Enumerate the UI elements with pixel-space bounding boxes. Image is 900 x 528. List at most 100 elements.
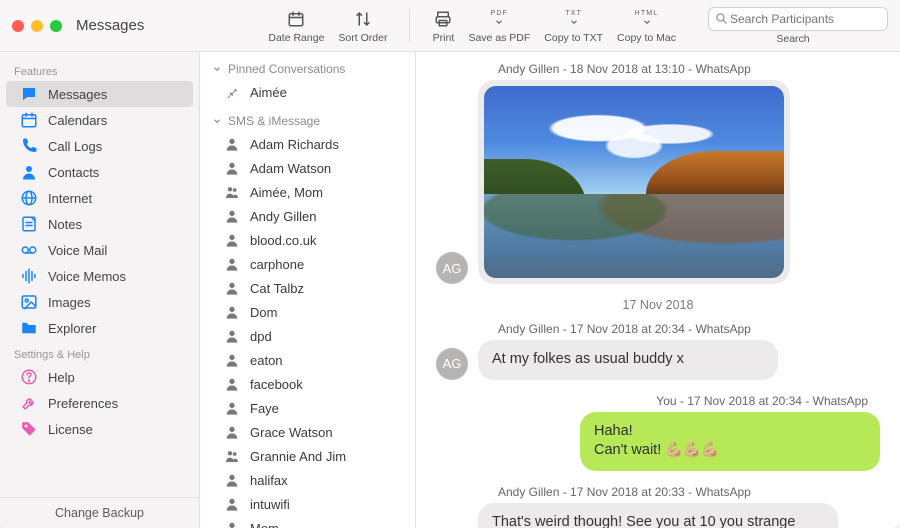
conversation-item[interactable]: Faye [200, 396, 415, 420]
sidebar-item-explorer[interactable]: Explorer [6, 315, 193, 341]
message-meta: Andy Gillen - 17 Nov 2018 at 20:33 - Wha… [498, 485, 880, 499]
conversation-item[interactable]: eaton [200, 348, 415, 372]
message-bubble[interactable]: At my folkes as usual buddy x [478, 340, 778, 380]
search-label: Search [776, 33, 809, 45]
conversation-group-header[interactable]: SMS & iMessage [200, 104, 415, 132]
sidebar-item-internet[interactable]: Internet [6, 185, 193, 211]
conversation-item[interactable]: facebook [200, 372, 415, 396]
tool-label: Sort Order [338, 32, 387, 44]
conversation-label: Cat Talbz [250, 281, 304, 296]
conversation-item[interactable]: Aimée [200, 80, 415, 104]
conversation-item[interactable]: Cat Talbz [200, 276, 415, 300]
conversation-label: Andy Gillen [250, 209, 316, 224]
person-icon [224, 160, 240, 176]
conversation-item[interactable]: Grace Watson [200, 420, 415, 444]
date-range-button[interactable]: Date Range [268, 8, 324, 44]
person-icon [224, 280, 240, 296]
app-window: Messages Date Range Sort Order Print PDF Sa… [0, 0, 900, 528]
search-input[interactable] [728, 11, 887, 27]
sidebar-item-voice-mail[interactable]: Voice Mail [6, 237, 193, 263]
sidebar-heading: Features [0, 58, 199, 81]
conversation-label: Grannie And Jim [250, 449, 346, 464]
conversation-item[interactable]: Andy Gillen [200, 204, 415, 228]
conversation-item[interactable]: dpd [200, 324, 415, 348]
search-icon [715, 12, 728, 25]
sidebar-item-notes[interactable]: Notes [6, 211, 193, 237]
sidebar-item-calendars[interactable]: Calendars [6, 107, 193, 133]
sidebar-item-help[interactable]: Help [6, 364, 193, 390]
group-icon [224, 448, 240, 464]
conversation-item[interactable]: Mom [200, 516, 415, 528]
sidebar-item-voice-memos[interactable]: Voice Memos [6, 263, 193, 289]
search-field[interactable] [708, 7, 888, 31]
person-icon [20, 163, 38, 181]
person-icon [224, 328, 240, 344]
sidebar-item-preferences[interactable]: Preferences [6, 390, 193, 416]
sidebar-item-contacts[interactable]: Contacts [6, 159, 193, 185]
group-heading-label: Pinned Conversations [228, 62, 345, 76]
message-row: AG [436, 80, 880, 284]
folder-icon [20, 319, 38, 337]
person-icon [224, 400, 240, 416]
conversation-item[interactable]: Dom [200, 300, 415, 324]
tag-icon [20, 420, 38, 438]
sidebar-item-label: Contacts [48, 165, 99, 180]
html-icon: HTML [636, 8, 658, 30]
tool-label: Save as PDF [468, 32, 530, 44]
message-bubble[interactable]: Haha! Can't wait! 💪🏼💪🏼💪🏼 [580, 412, 880, 471]
person-icon [224, 256, 240, 272]
sidebar-item-label: Help [48, 370, 75, 385]
change-backup-button[interactable]: Change Backup [0, 497, 199, 528]
image-attachment[interactable] [484, 86, 784, 278]
conversation-item[interactable]: Adam Watson [200, 156, 415, 180]
copy-mac-button[interactable]: HTMLCopy to Mac [617, 8, 676, 44]
toolbar-tools: Date Range Sort Order Print PDF Save as PDF… [260, 7, 888, 45]
sort-order-button[interactable]: Sort Order [338, 8, 387, 44]
message-bubble[interactable]: That's weird though! See you at 10 you s… [478, 503, 838, 528]
person-icon [224, 136, 240, 152]
wave-icon [20, 267, 38, 285]
sidebar-item-call-logs[interactable]: Call Logs [6, 133, 193, 159]
zoom-window-button[interactable] [50, 20, 62, 32]
chat-pane: Andy Gillen - 18 Nov 2018 at 13:10 - Wha… [416, 52, 900, 528]
message-meta: Andy Gillen - 18 Nov 2018 at 13:10 - Wha… [498, 62, 880, 76]
conversation-item[interactable]: Aimée, Mom [200, 180, 415, 204]
person-icon [224, 376, 240, 392]
conversation-label: Faye [250, 401, 279, 416]
message-row: AGAt my folkes as usual buddy x [436, 340, 880, 380]
person-icon [224, 424, 240, 440]
sidebar-item-messages[interactable]: Messages [6, 81, 193, 107]
conversation-label: Aimée [250, 85, 287, 100]
conversation-label: Adam Watson [250, 161, 331, 176]
sidebar-item-label: Preferences [48, 396, 118, 411]
conversation-item[interactable]: Adam Richards [200, 132, 415, 156]
print-button[interactable]: Print [432, 8, 454, 44]
person-icon [224, 520, 240, 528]
person-icon [224, 496, 240, 512]
conversation-item[interactable]: halifax [200, 468, 415, 492]
person-icon [224, 232, 240, 248]
conversation-label: dpd [250, 329, 272, 344]
calendar-icon [285, 8, 307, 30]
pdf-icon: PDF [488, 8, 510, 30]
sidebar-item-label: Notes [48, 217, 82, 232]
conversation-item[interactable]: intuwifi [200, 492, 415, 516]
sidebar-item-label: Images [48, 295, 91, 310]
window-controls [12, 20, 62, 32]
close-window-button[interactable] [12, 20, 24, 32]
minimize-window-button[interactable] [31, 20, 43, 32]
conversation-group-header[interactable]: Pinned Conversations [200, 52, 415, 80]
conversation-label: blood.co.uk [250, 233, 317, 248]
conversation-item[interactable]: Grannie And Jim [200, 444, 415, 468]
copy-txt-button[interactable]: TXTCopy to TXT [544, 8, 603, 44]
sidebar-item-label: Voice Mail [48, 243, 107, 258]
message-bubble[interactable] [478, 80, 790, 284]
conversation-item[interactable]: carphone [200, 252, 415, 276]
sidebar-item-license[interactable]: License [6, 416, 193, 442]
conversation-item[interactable]: blood.co.uk [200, 228, 415, 252]
sidebar-item-label: Call Logs [48, 139, 102, 154]
sidebar-item-images[interactable]: Images [6, 289, 193, 315]
voicemail-icon [20, 241, 38, 259]
save-pdf-button[interactable]: PDF Save as PDF [468, 8, 530, 44]
person-icon [224, 352, 240, 368]
